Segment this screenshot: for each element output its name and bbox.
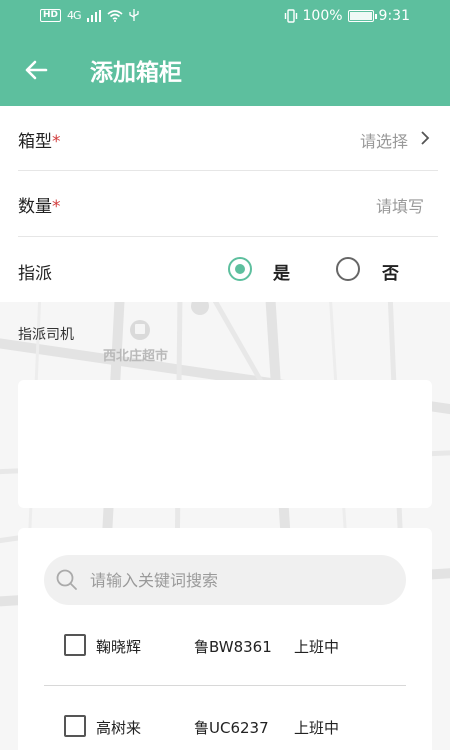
battery-fill	[349, 12, 372, 20]
app-header: HD 4G 100% 9:31 添加箱柜	[0, 0, 450, 106]
search-bar[interactable]	[44, 555, 406, 605]
signal-label: 4G	[67, 9, 81, 22]
arrow-left-icon[interactable]	[22, 56, 50, 84]
clock: 9:31	[378, 8, 410, 24]
hd-badge: HD	[40, 9, 62, 22]
assign-yes-label[interactable]: 是	[273, 259, 290, 284]
driver-status: 上班中	[294, 638, 340, 656]
quantity-input[interactable]: 请填写	[376, 193, 424, 217]
assign-no-radio[interactable]	[336, 257, 360, 281]
assign-row: 指派 是 否	[18, 237, 438, 302]
box-type-row[interactable]: 箱型* 请选择	[18, 106, 438, 171]
driver-section-label: 指派司机	[18, 327, 74, 343]
driver-row[interactable]: 鞠晓辉 鲁BW8361 上班中	[44, 606, 406, 686]
driver-plate: 鲁UC6237	[194, 719, 269, 737]
status-bar: HD 4G 100% 9:31	[0, 0, 450, 34]
container-form: 箱型* 请选择 数量* 请填写 指派 是 否	[0, 106, 450, 302]
quantity-row: 数量* 请填写	[18, 171, 438, 237]
driver-checkbox[interactable]	[64, 715, 86, 737]
battery-icon	[347, 10, 377, 22]
quantity-label: 数量*	[18, 197, 61, 217]
driver-plate: 鲁BW8361	[194, 638, 272, 656]
driver-row[interactable]: 高树来 鲁UC6237 上班中	[44, 687, 406, 750]
search-icon	[56, 569, 77, 590]
driver-list-card: 鞠晓辉 鲁BW8361 上班中 高树来 鲁UC6237 上班中	[18, 528, 432, 750]
chevron-right-icon[interactable]	[418, 131, 432, 145]
usb-icon	[128, 9, 139, 21]
box-type-label: 箱型*	[18, 132, 61, 152]
wifi-icon	[107, 9, 123, 22]
selected-drivers-card	[18, 380, 432, 508]
driver-status: 上班中	[294, 719, 340, 737]
battery-percent: 100%	[302, 8, 343, 24]
driver-name: 鞠晓辉	[96, 638, 142, 656]
box-type-select[interactable]: 请选择	[360, 128, 408, 152]
vibrate-icon	[284, 9, 297, 23]
page-title: 添加箱柜	[90, 60, 182, 86]
map-poi-label: 西北庄超市	[103, 349, 169, 364]
assign-no-label[interactable]: 否	[382, 259, 399, 284]
search-input[interactable]	[90, 555, 390, 605]
assign-yes-radio[interactable]	[228, 257, 252, 281]
required-mark: *	[52, 197, 61, 217]
assign-label: 指派	[18, 264, 52, 284]
driver-checkbox[interactable]	[64, 634, 86, 656]
required-mark: *	[52, 132, 61, 152]
driver-name: 高树来	[96, 719, 142, 737]
signal-icon	[86, 9, 101, 22]
